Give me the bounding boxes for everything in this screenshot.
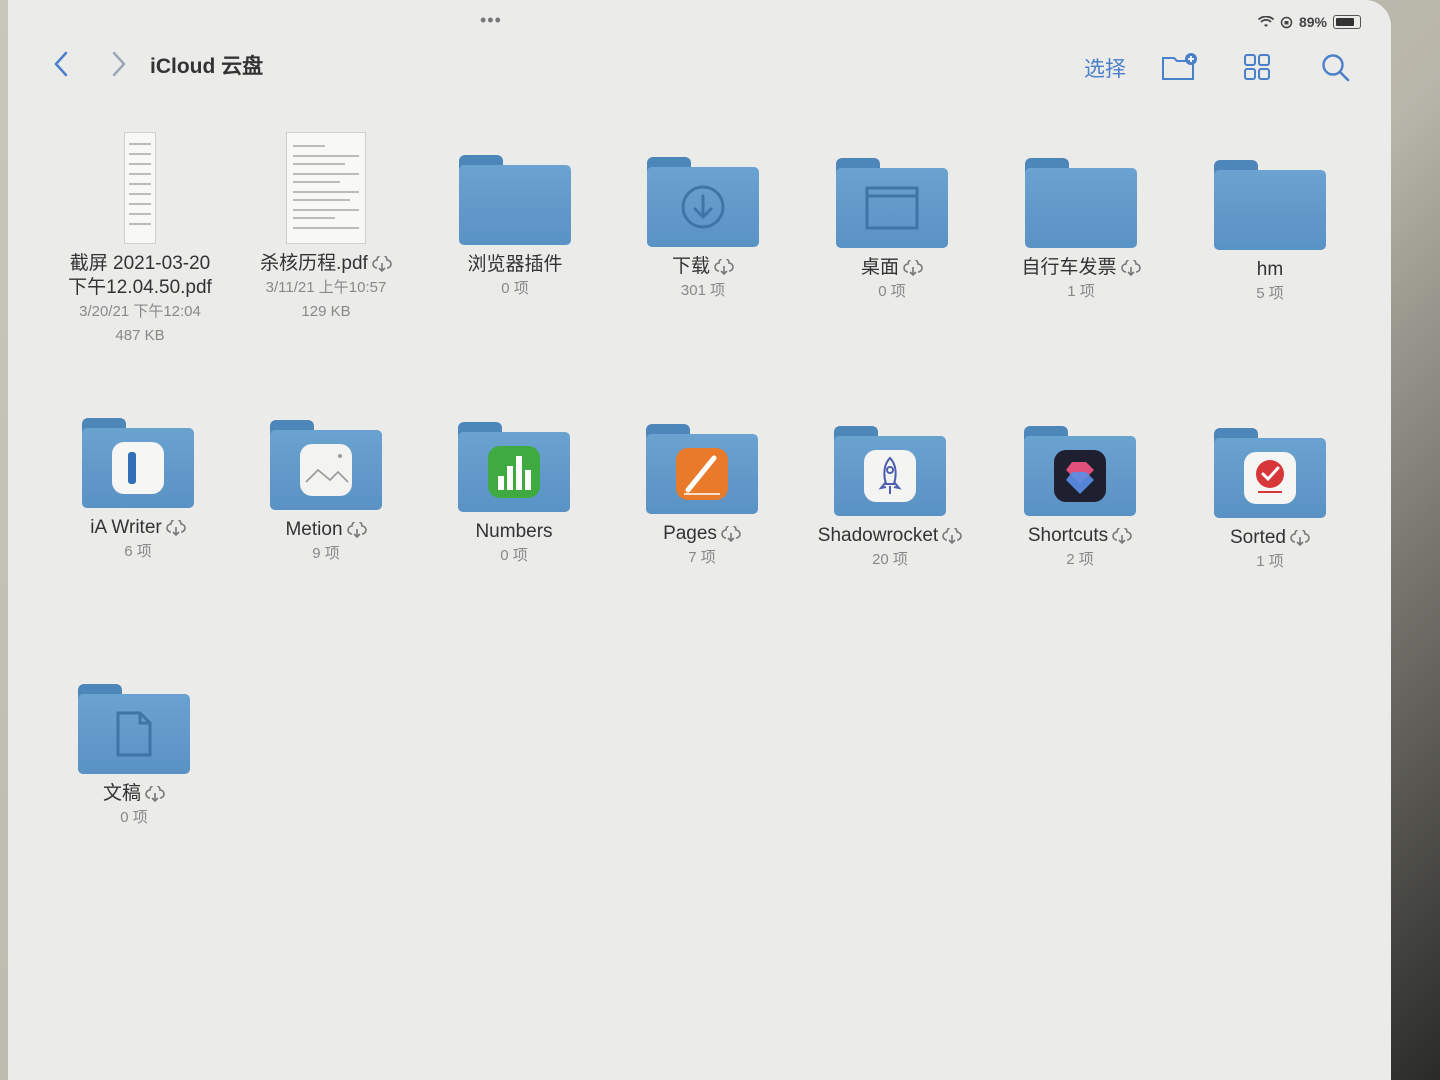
back-button[interactable] [46, 50, 76, 80]
item-count: 1 项 [1067, 283, 1095, 300]
chevron-right-icon [112, 51, 126, 77]
ia-writer-icon [82, 418, 194, 508]
icloud-download-icon [714, 258, 734, 275]
item-date: 3/20/21 下午12:04 [79, 303, 201, 320]
item-size: 129 KB [301, 303, 351, 320]
wifi-icon [1257, 16, 1274, 27]
orientation-lock-icon [1280, 16, 1293, 28]
folder-item-shortcuts[interactable]: Shortcuts 2 项 [990, 426, 1170, 572]
folder-item-desktop[interactable]: 桌面 0 项 [802, 158, 982, 304]
icloud-download-icon [346, 521, 367, 538]
item-count: 5 项 [1256, 285, 1284, 302]
status-bar: 89% [1257, 12, 1361, 32]
folder-icon [1025, 158, 1137, 248]
multitasking-dots-icon[interactable]: ••• [480, 10, 502, 31]
folder-item-browser-plugins[interactable]: 浏览器插件 0 项 [425, 155, 605, 301]
page-title: iCloud 云盘 [150, 55, 264, 78]
item-name: Shortcuts [990, 524, 1170, 548]
item-count: 20 项 [872, 551, 908, 568]
shadowrocket-icon [834, 426, 946, 516]
forward-button[interactable] [104, 50, 134, 80]
item-name: iA Writer [48, 516, 228, 540]
item-count: 0 项 [501, 280, 529, 297]
icloud-download-icon [1290, 529, 1310, 546]
document-folder-icon [78, 684, 190, 774]
icloud-download-icon [942, 527, 962, 544]
item-name: hm [1256, 259, 1284, 280]
icloud-download-icon [165, 519, 186, 536]
item-name: Sorted [1180, 526, 1360, 550]
icloud-download-icon [1112, 527, 1132, 544]
item-name-line1: 截屏 2021-03-20 [69, 253, 211, 274]
folder-item-hm[interactable]: hm 5 项 [1180, 160, 1360, 306]
sorted-icon [1214, 428, 1326, 518]
battery-icon [1333, 15, 1361, 29]
pages-icon [646, 424, 758, 514]
document-thumbnail [286, 132, 366, 244]
search-icon [1322, 54, 1350, 82]
grid-view-icon [1244, 54, 1270, 80]
item-name: Numbers [475, 521, 553, 542]
folder-item-shadowrocket[interactable]: Shadowrocket 20 项 [800, 426, 980, 572]
file-item-screenshot-pdf[interactable]: 截屏 2021-03-20 下午12.04.50.pdf 3/20/21 下午1… [50, 132, 230, 348]
shortcuts-icon [1024, 426, 1136, 516]
item-name: 桌面 [802, 256, 982, 280]
item-count: 2 项 [1066, 551, 1094, 568]
item-date: 3/11/21 上午10:57 [265, 279, 387, 296]
item-name: 文稿 [44, 782, 224, 806]
folder-item-ia-writer[interactable]: iA Writer 6 项 [48, 418, 228, 564]
folder-item-documents[interactable]: 文稿 0 项 [44, 684, 224, 830]
item-name: 自行车发票 [991, 256, 1171, 280]
item-name: Metion [236, 518, 416, 542]
item-count: 7 项 [688, 549, 716, 566]
folder-item-downloads[interactable]: 下载 301 项 [613, 157, 793, 303]
image-icon [270, 420, 382, 510]
item-count: 301 项 [680, 282, 726, 299]
item-name: Pages [612, 522, 792, 546]
item-name-line2: 下午12.04.50.pdf [68, 277, 212, 298]
icloud-download-icon [903, 259, 923, 276]
select-button[interactable]: 选择 [1084, 53, 1126, 83]
item-count: 0 项 [500, 547, 528, 564]
icloud-download-icon [372, 255, 392, 272]
item-count: 1 项 [1256, 553, 1284, 570]
search-button[interactable] [1320, 52, 1352, 89]
chevron-left-icon [54, 51, 68, 77]
folder-item-pages[interactable]: Pages 7 项 [612, 424, 792, 570]
icloud-download-icon [721, 525, 741, 542]
new-folder-button[interactable] [1160, 52, 1200, 87]
view-toggle-button[interactable] [1242, 52, 1272, 87]
files-app-screen: ••• 89% iCloud 云盘 选择 截屏 2021-03-20 下午12.… [8, 0, 1391, 1080]
item-name: 浏览器插件 [467, 254, 563, 275]
navigation-bar: iCloud 云盘 选择 [8, 40, 1391, 90]
item-name: Shadowrocket [800, 524, 980, 548]
item-name: 下载 [613, 255, 793, 279]
folder-icon [1214, 160, 1326, 250]
item-name: 杀核历程.pdf [236, 252, 416, 276]
file-item-pdf[interactable]: 杀核历程.pdf 3/11/21 上午10:57 129 KB [236, 132, 416, 324]
icloud-download-icon [145, 785, 165, 802]
item-count: 9 项 [312, 545, 340, 562]
download-folder-icon [647, 157, 759, 247]
folder-item-metion[interactable]: Metion 9 项 [236, 420, 416, 566]
folder-icon [459, 155, 571, 245]
folder-item-numbers[interactable]: Numbers 0 项 [424, 422, 604, 568]
folder-item-bike-invoice[interactable]: 自行车发票 1 项 [991, 158, 1171, 304]
icloud-download-icon [1120, 259, 1141, 276]
folder-item-sorted[interactable]: Sorted 1 项 [1180, 428, 1360, 574]
new-folder-icon [1162, 53, 1197, 80]
item-count: 6 项 [124, 543, 152, 560]
desktop-folder-icon [836, 158, 948, 248]
battery-percent: 89% [1298, 14, 1327, 30]
document-thumbnail [124, 132, 156, 244]
item-size: 487 KB [115, 327, 165, 344]
numbers-icon [458, 422, 570, 512]
item-count: 0 项 [878, 283, 906, 300]
item-count: 0 项 [120, 809, 148, 826]
